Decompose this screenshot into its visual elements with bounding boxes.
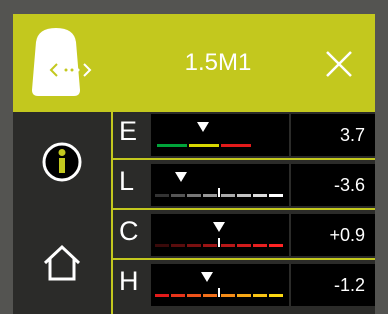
- center-tick: [218, 288, 220, 297]
- scale-segment: [203, 194, 217, 197]
- scale-segment: [269, 194, 283, 197]
- info-icon: [42, 142, 82, 182]
- center-tick: [218, 188, 220, 197]
- home-button[interactable]: [13, 212, 111, 314]
- scale-segment: [155, 294, 169, 297]
- scale-segment: [253, 294, 267, 297]
- row-l: L -3.6: [113, 162, 375, 210]
- row-letter: E: [119, 116, 138, 146]
- scale-segment: [221, 244, 235, 247]
- scale-segment: [155, 194, 169, 197]
- row-value: -1.2: [291, 264, 375, 306]
- row-c: C +0.9: [113, 212, 375, 260]
- level-marker: [175, 172, 187, 182]
- scale-segment: [187, 194, 201, 197]
- scale-segment: [171, 294, 185, 297]
- center-tick: [218, 238, 220, 247]
- close-icon: [326, 51, 352, 77]
- scale-segment: [187, 244, 201, 247]
- page-title: 1.5M1: [184, 49, 252, 76]
- level-marker: [201, 272, 213, 282]
- scale-segment: [269, 294, 283, 297]
- scale-bar: [151, 114, 289, 156]
- scale-segment: [171, 244, 185, 247]
- scale-bar: [151, 214, 289, 256]
- row-divider: [113, 208, 375, 210]
- scale-bar: [151, 264, 289, 306]
- scale-segment: [253, 194, 267, 197]
- row-letter: C: [119, 216, 139, 246]
- app-frame: 1.5M1 E 3.7 L -3.6 C +0.9 H -1.2: [0, 0, 388, 314]
- row-letter: H: [119, 266, 139, 296]
- scale-segment: [237, 294, 251, 297]
- scale-segment: [157, 144, 187, 147]
- scale-segment: [155, 244, 169, 247]
- row-letter: L: [119, 166, 135, 196]
- scale-bar: [151, 164, 289, 206]
- scale-segment: [221, 194, 235, 197]
- scale-segment: [221, 294, 235, 297]
- info-button[interactable]: [13, 112, 111, 212]
- scale-segment: [237, 194, 251, 197]
- row-divider: [113, 158, 375, 160]
- scale-segment: [187, 294, 201, 297]
- scale-segment: [203, 294, 217, 297]
- home-icon: [43, 244, 81, 281]
- measurement-panel: 1.5M1 E 3.7 L -3.6 C +0.9 H -1.2: [13, 14, 375, 314]
- scale-segment: [171, 194, 185, 197]
- level-marker: [197, 122, 209, 132]
- row-h: H -1.2: [113, 262, 375, 310]
- close-button[interactable]: [319, 44, 359, 84]
- scale-segment: [203, 244, 217, 247]
- hearing-device-icon[interactable]: [13, 14, 111, 112]
- level-marker: [213, 222, 225, 232]
- row-divider: [113, 258, 375, 260]
- row-e: E 3.7: [113, 112, 375, 160]
- scale-segment: [253, 244, 267, 247]
- row-value: +0.9: [291, 214, 375, 256]
- row-value: 3.7: [291, 114, 375, 156]
- row-value: -3.6: [291, 164, 375, 206]
- scale-segment: [221, 144, 251, 147]
- scale-segment: [237, 244, 251, 247]
- scale-segment: [269, 244, 283, 247]
- scale-segment: [189, 144, 219, 147]
